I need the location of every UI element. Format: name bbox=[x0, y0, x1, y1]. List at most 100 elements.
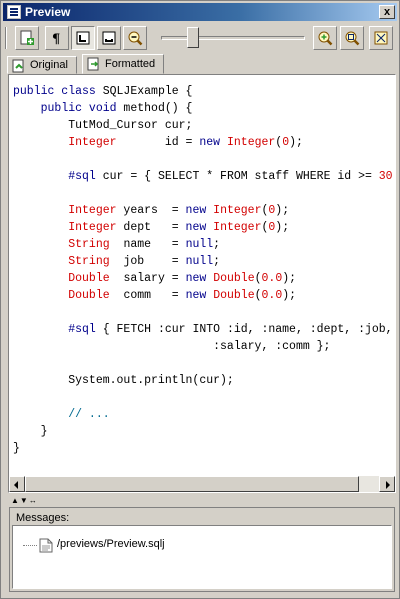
align-bottom-button[interactable] bbox=[97, 26, 121, 50]
code-token: ; bbox=[213, 255, 221, 268]
code-token: } bbox=[13, 442, 20, 455]
code-line: String name = null; bbox=[13, 236, 393, 253]
code-token: ); bbox=[282, 272, 297, 285]
zoom-in-button[interactable] bbox=[313, 26, 337, 50]
preview-window: Preview x ¶ Original Formatted public cl… bbox=[0, 0, 400, 599]
new-file-button[interactable] bbox=[15, 26, 39, 50]
code-token: job = bbox=[109, 255, 186, 268]
scroll-thumb[interactable] bbox=[25, 476, 359, 492]
code-token: Integer bbox=[68, 204, 117, 217]
code-token: public void bbox=[40, 102, 117, 115]
scroll-left-button[interactable] bbox=[9, 476, 25, 492]
code-token: years = bbox=[116, 204, 186, 217]
zoom-slider-thumb[interactable] bbox=[187, 27, 200, 48]
code-view[interactable]: public class SQLJExample { public void m… bbox=[13, 83, 393, 475]
code-token: null bbox=[185, 255, 214, 268]
code-line: Double comm = new Double(0.0); bbox=[13, 287, 393, 304]
original-file-icon bbox=[12, 59, 24, 73]
horizontal-scrollbar[interactable] bbox=[9, 476, 395, 492]
code-token: comm = bbox=[109, 289, 186, 302]
zoom-fit-button[interactable] bbox=[340, 26, 364, 50]
code-token: cur = { SELECT * FROM staff WHERE id >= bbox=[95, 170, 379, 183]
messages-label: Messages: bbox=[16, 512, 70, 524]
code-token: null bbox=[185, 238, 214, 251]
scroll-right-button[interactable] bbox=[379, 476, 395, 492]
code-token: // ... bbox=[68, 408, 110, 421]
code-line: } bbox=[13, 423, 393, 440]
code-line: System.out.println(cur); bbox=[13, 372, 393, 389]
code-token: ); bbox=[289, 136, 303, 149]
tab-formatted[interactable]: Formatted bbox=[82, 54, 165, 74]
code-token: Double bbox=[213, 272, 255, 285]
code-line: Integer years = new Integer(0); bbox=[13, 202, 393, 219]
code-token: dept = bbox=[116, 221, 186, 234]
tab-original[interactable]: Original bbox=[7, 56, 77, 74]
window-title: Preview bbox=[25, 5, 71, 19]
code-token: 30 bbox=[378, 170, 393, 183]
code-token: id = bbox=[116, 136, 200, 149]
code-token: method() { bbox=[116, 102, 193, 115]
code-token: SQLJExample { bbox=[95, 85, 193, 98]
code-token: :salary, :comm }; bbox=[13, 340, 331, 353]
code-token: 0.0 bbox=[261, 272, 283, 285]
code-token: Integer bbox=[68, 136, 117, 149]
toolbar-grip bbox=[5, 27, 7, 49]
zoom-actual-button[interactable] bbox=[369, 26, 393, 50]
code-token: Integer bbox=[226, 136, 276, 149]
code-token: new bbox=[185, 289, 207, 302]
code-token: Double bbox=[68, 272, 110, 285]
code-token: salary = bbox=[109, 272, 186, 285]
code-line: :salary, :comm }; bbox=[13, 338, 393, 355]
split-divider[interactable]: ▲▼↔ bbox=[3, 495, 397, 507]
split-arrows-icon[interactable]: ▲▼↔ bbox=[11, 496, 38, 506]
align-left-button[interactable] bbox=[71, 26, 95, 50]
code-line: public void method() { bbox=[13, 100, 393, 117]
code-editor[interactable]: public class SQLJExample { public void m… bbox=[8, 74, 396, 493]
zoom-out-icon bbox=[128, 31, 143, 46]
code-token: ); bbox=[275, 221, 290, 234]
fit-page-icon bbox=[374, 31, 388, 45]
code-line: // ... bbox=[13, 406, 393, 423]
zoom-in-icon bbox=[318, 31, 333, 46]
code-token: Double bbox=[68, 289, 110, 302]
code-token: ; bbox=[213, 238, 221, 251]
messages-panel: Messages: /previews/Preview.sqlj bbox=[9, 507, 395, 592]
pilcrow-icon: ¶ bbox=[52, 32, 60, 46]
message-path: /previews/Preview.sqlj bbox=[57, 538, 165, 550]
code-line: #sql cur = { SELECT * FROM staff WHERE i… bbox=[13, 168, 393, 185]
code-token: ( bbox=[254, 289, 262, 302]
formatted-file-icon bbox=[87, 57, 99, 71]
messages-list[interactable]: /previews/Preview.sqlj bbox=[12, 525, 392, 589]
code-token: ( bbox=[254, 272, 262, 285]
code-line: #sql { FETCH :cur INTO :id, :name, :dept… bbox=[13, 321, 393, 338]
code-line: Integer dept = new Integer(0); bbox=[13, 219, 393, 236]
code-token: Integer bbox=[68, 221, 117, 234]
tree-connector bbox=[23, 545, 37, 546]
tab-original-label: Original bbox=[30, 59, 68, 71]
code-token: Integer bbox=[213, 221, 262, 234]
code-token: new bbox=[185, 204, 207, 217]
close-button[interactable]: x bbox=[379, 5, 395, 19]
zoom-slider-track[interactable] bbox=[161, 36, 305, 40]
code-token: System.out.println(cur); bbox=[13, 374, 234, 387]
zoom-out-button[interactable] bbox=[123, 26, 147, 50]
title-bar[interactable]: Preview x bbox=[3, 3, 397, 21]
code-token: new bbox=[199, 136, 221, 149]
show-whitespace-button[interactable]: ¶ bbox=[45, 26, 69, 50]
code-line: Integer id = new Integer(0); bbox=[13, 134, 393, 151]
code-token: TutMod_Cursor cur; bbox=[13, 119, 193, 132]
code-token: 0.0 bbox=[261, 289, 283, 302]
